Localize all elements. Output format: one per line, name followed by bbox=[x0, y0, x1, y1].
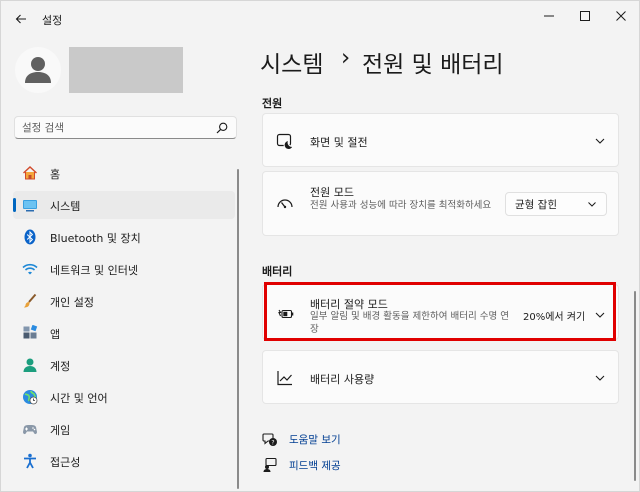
breadcrumb-separator: › bbox=[341, 45, 351, 71]
sidebar-item-network[interactable]: 네트워크 및 인터넷 bbox=[13, 255, 235, 283]
sidebar-item-home[interactable]: 홈 bbox=[13, 159, 235, 187]
sidebar-item-bluetooth[interactable]: Bluetooth 및 장치 bbox=[13, 223, 235, 251]
sidebar-item-personalization[interactable]: 개인 설정 bbox=[13, 287, 235, 315]
system-icon bbox=[23, 200, 37, 212]
power-mode-value: 균형 잡힌 bbox=[515, 199, 557, 211]
minimize-button[interactable] bbox=[530, 5, 568, 27]
home-icon bbox=[23, 166, 37, 180]
card-title: 화면 및 절전 bbox=[310, 136, 368, 149]
highlight-box bbox=[264, 282, 616, 341]
section-title-battery: 배터리 bbox=[262, 265, 293, 278]
sidebar-item-time-language[interactable]: 시간 및 언어 bbox=[13, 383, 235, 411]
avatar[interactable] bbox=[15, 47, 61, 93]
accessibility-icon bbox=[24, 453, 36, 469]
get-help-label: 도움말 보기 bbox=[289, 434, 341, 446]
power-mode-dropdown[interactable]: 균형 잡힌 bbox=[505, 192, 607, 216]
main-scrollbar[interactable] bbox=[634, 291, 636, 481]
give-feedback-label: 피드백 제공 bbox=[289, 460, 341, 472]
sidebar-item-label: 앱 bbox=[50, 328, 61, 341]
battery-usage-card[interactable]: 배터리 사용량 bbox=[262, 350, 619, 404]
maximize-icon bbox=[580, 11, 590, 21]
sidebar-item-label: 네트워크 및 인터넷 bbox=[50, 264, 138, 277]
maximize-button[interactable] bbox=[566, 5, 604, 27]
sidebar-item-system[interactable]: 시스템 bbox=[13, 191, 235, 219]
title-bar: 설정 bbox=[1, 1, 640, 35]
sidebar-scrollbar[interactable] bbox=[237, 169, 239, 489]
apps-icon bbox=[23, 325, 38, 339]
back-button[interactable] bbox=[10, 9, 32, 29]
back-arrow-icon bbox=[15, 14, 26, 24]
help-icon: ? bbox=[262, 433, 277, 446]
search-input[interactable] bbox=[22, 119, 212, 136]
feedback-icon bbox=[263, 457, 277, 472]
screen-sleep-card[interactable]: 화면 및 절전 bbox=[262, 113, 619, 167]
account-icon bbox=[23, 358, 37, 372]
minimize-icon bbox=[544, 15, 554, 17]
selection-indicator bbox=[13, 198, 16, 212]
page-title: 전원 및 배터리 bbox=[362, 52, 504, 78]
breadcrumb-parent[interactable]: 시스템 bbox=[260, 45, 323, 79]
sidebar-item-label: 시스템 bbox=[50, 200, 81, 213]
sidebar-item-label: Bluetooth 및 장치 bbox=[50, 232, 141, 245]
globe-icon bbox=[23, 390, 38, 405]
sidebar-item-apps[interactable]: 앱 bbox=[13, 319, 235, 347]
search-icon[interactable] bbox=[216, 122, 228, 134]
close-button[interactable] bbox=[602, 5, 640, 27]
sidebar-item-accessibility[interactable]: 접근성 bbox=[13, 447, 235, 475]
wifi-icon bbox=[22, 263, 38, 275]
chevron-down-icon bbox=[588, 202, 596, 207]
sidebar-item-label: 시간 및 언어 bbox=[50, 392, 108, 405]
section-title-power: 전원 bbox=[262, 97, 283, 110]
gamepad-icon bbox=[23, 425, 37, 435]
sidebar-item-label: 게임 bbox=[50, 424, 71, 437]
brush-icon bbox=[24, 293, 37, 308]
sidebar-item-label: 계정 bbox=[50, 360, 71, 373]
user-icon bbox=[25, 57, 51, 83]
power-mode-icon bbox=[277, 199, 293, 209]
svg-text:?: ? bbox=[271, 439, 274, 446]
settings-window: 설정 홈 시스템 Bluetooth 및 장치 네트워크 bbox=[0, 0, 640, 492]
search-box[interactable] bbox=[14, 116, 237, 139]
card-title: 배터리 사용량 bbox=[310, 373, 375, 386]
power-mode-card: 전원 모드 전원 사용과 성능에 따라 장치를 최적화하세요 균형 잡힌 bbox=[262, 171, 619, 236]
sidebar-item-label: 접근성 bbox=[50, 456, 81, 469]
card-title: 전원 모드 bbox=[310, 186, 354, 199]
chevron-down-icon[interactable] bbox=[594, 372, 606, 384]
chevron-down-icon[interactable] bbox=[594, 135, 606, 147]
user-name-redacted bbox=[69, 47, 183, 93]
usage-chart-icon bbox=[277, 371, 292, 386]
screen-sleep-icon bbox=[276, 133, 294, 150]
bluetooth-icon bbox=[24, 229, 36, 245]
sidebar-item-label: 홈 bbox=[50, 168, 61, 181]
sidebar-item-gaming[interactable]: 게임 bbox=[13, 415, 235, 443]
app-title: 설정 bbox=[42, 14, 63, 27]
card-description: 전원 사용과 성능에 따라 장치를 최적화하세요 bbox=[310, 200, 492, 211]
close-icon bbox=[616, 11, 626, 21]
sidebar-item-accounts[interactable]: 계정 bbox=[13, 351, 235, 379]
sidebar-item-label: 개인 설정 bbox=[50, 296, 94, 309]
